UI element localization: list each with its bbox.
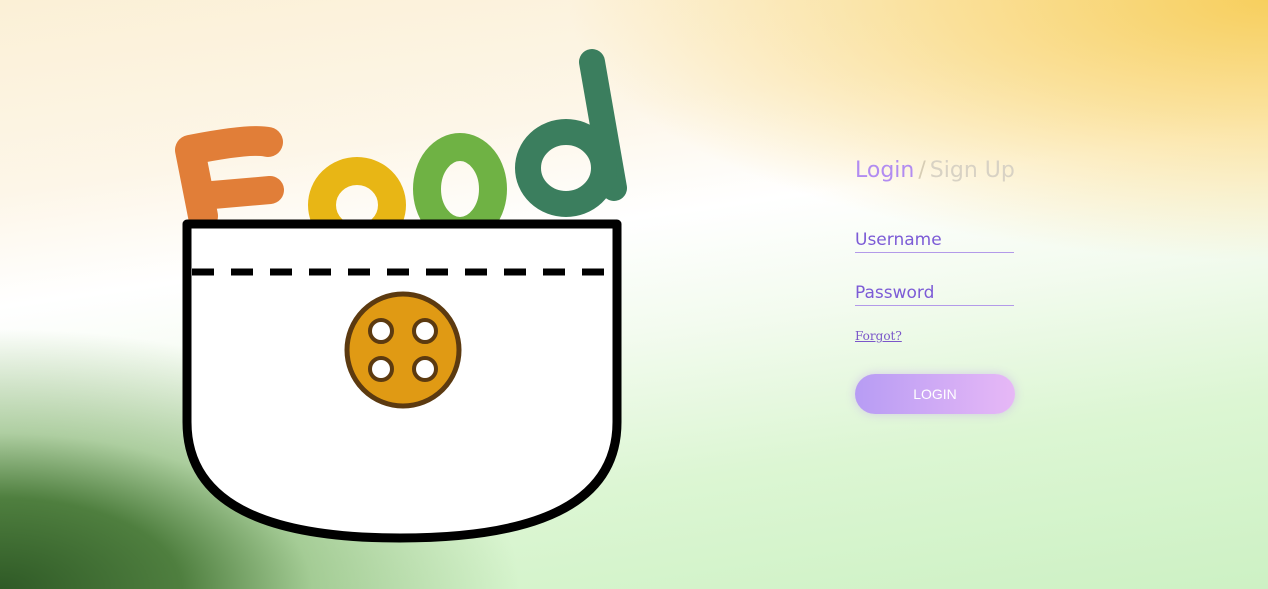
username-field[interactable]: Username <box>855 227 1014 253</box>
password-field[interactable]: Password <box>855 280 1014 306</box>
letter-o-green <box>413 133 507 245</box>
food-pocket-logo <box>175 49 627 543</box>
login-form: Login / Sign Up Username Password Forgot? … <box>855 155 1015 414</box>
auth-tabs: Login / Sign Up <box>855 155 1015 187</box>
tab-signup[interactable]: Sign Up <box>930 158 1015 183</box>
login-button[interactable]: LOGIN <box>855 374 1015 414</box>
username-placeholder: Username <box>855 230 942 250</box>
forgot-password-link[interactable]: Forgot? <box>855 329 902 343</box>
food-logo-lettering <box>175 49 627 253</box>
pocket-button-icon <box>344 291 462 409</box>
tab-separator: / <box>918 158 926 183</box>
password-placeholder: Password <box>855 283 935 303</box>
tab-login[interactable]: Login <box>855 158 914 183</box>
